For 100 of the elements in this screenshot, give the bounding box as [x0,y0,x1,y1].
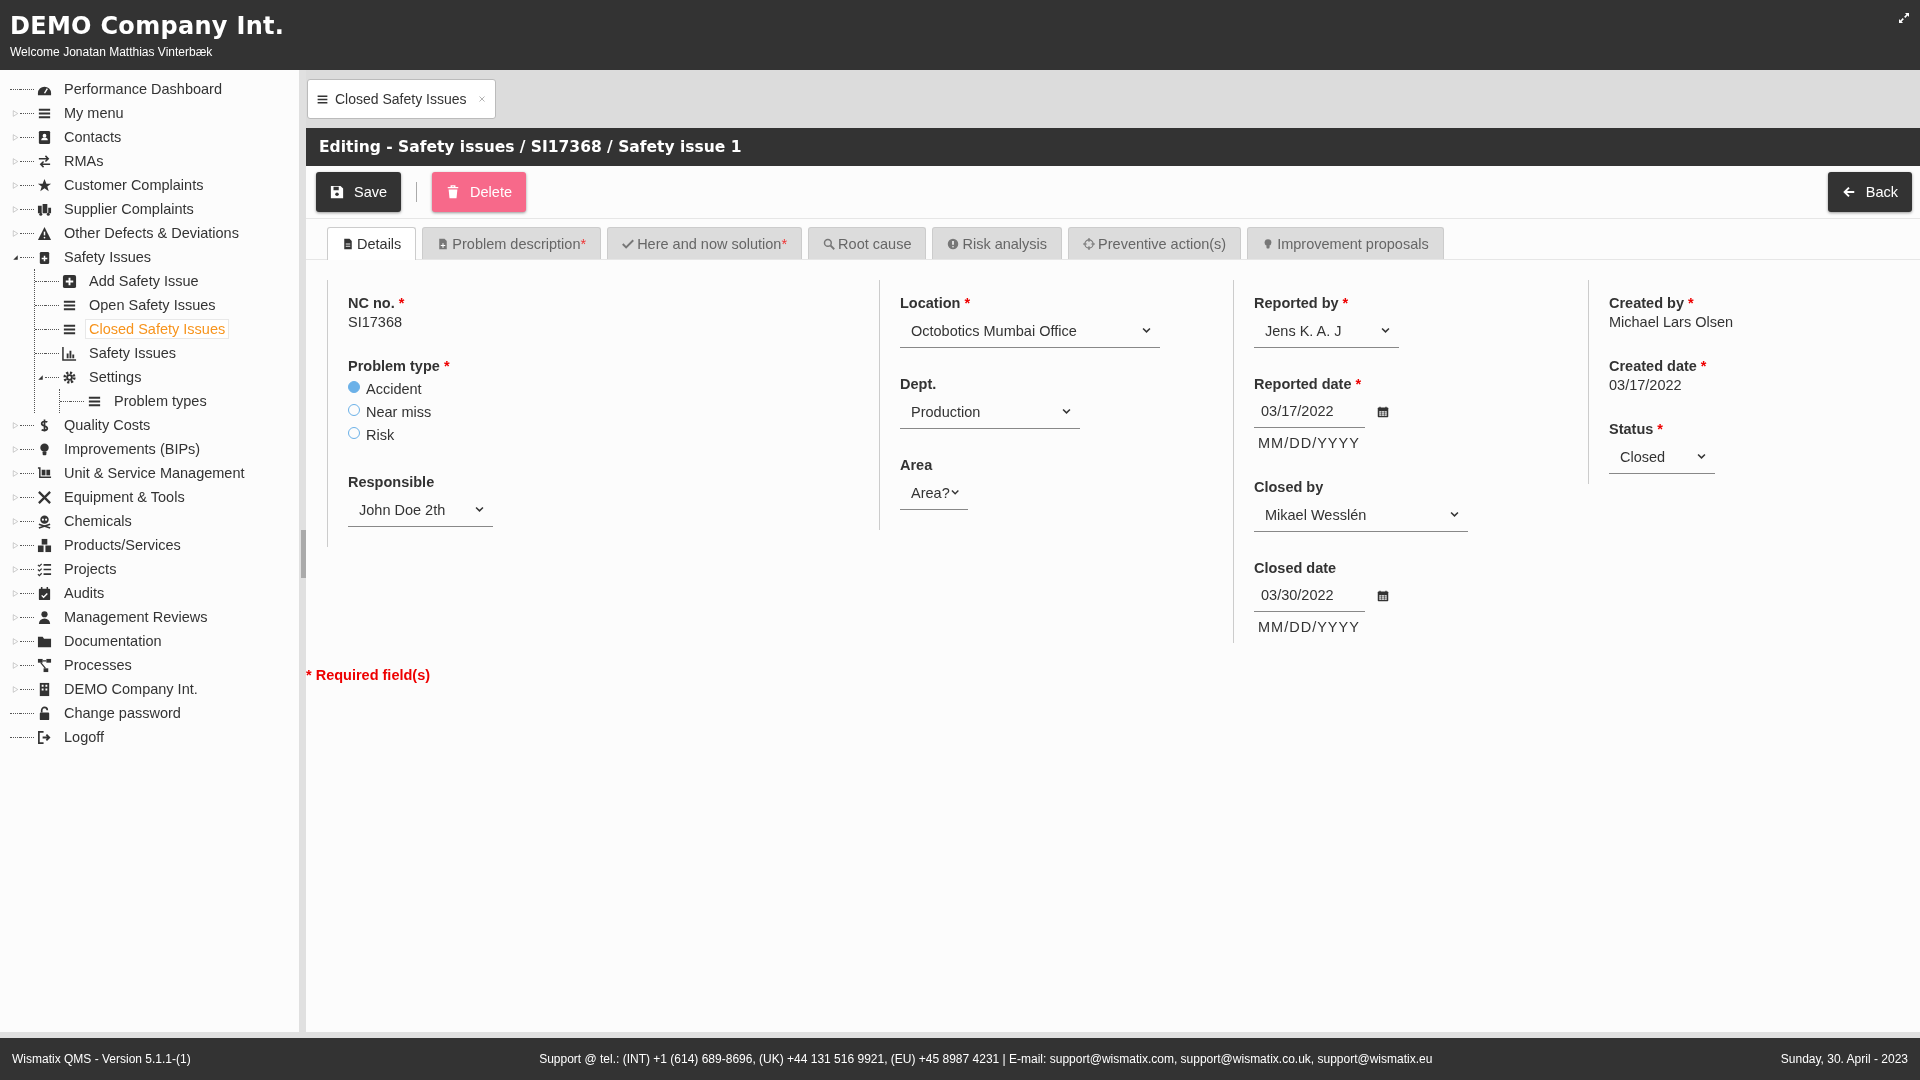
person-icon [37,609,52,625]
dropdown-field[interactable]: Production [900,395,1080,429]
document-plus-icon [437,237,450,250]
menu-item[interactable]: Documentation [60,631,166,651]
expand-triangle-icon[interactable] [10,684,20,694]
dropdown-field[interactable]: Area? [900,476,968,510]
padlock-icon [37,705,52,721]
list-icon [316,92,329,106]
menu-item[interactable]: Other Defects & Deviations [60,223,243,243]
support-text: Support @ tel.: (INT) +1 (614) 689-8696, (UK) +44 131 516 9921, (EU) +45 8987 4231 | E-mail: support@wismatix.com, support@wismatix.co.uk, support@wismatix.eu [539,1052,1433,1066]
form-tab[interactable]: Problem description* [422,227,602,259]
chevron-down-icon [1380,325,1391,336]
menu-item[interactable]: My menu [60,103,128,123]
expand-triangle-icon[interactable] [10,444,20,454]
truck-icon [37,201,52,217]
arrow-left-icon [1841,185,1856,199]
menu-item[interactable]: Change password [60,703,185,723]
field-label: Closed date [1254,560,1338,576]
form-tab[interactable]: Here and now solution* [607,227,803,259]
form-tab[interactable]: Preventive action(s) [1068,227,1242,259]
menu-item[interactable]: Problem types [110,391,211,411]
menu-item[interactable]: Safety Issues [85,343,181,363]
required-note: * Required field(s) [306,667,432,683]
expand-triangle-icon[interactable] [10,636,20,646]
boxes-icon [37,537,52,553]
expand-triangle-icon[interactable] [10,420,20,430]
expand-triangle-icon[interactable] [10,180,20,190]
expand-triangle-icon[interactable] [10,564,20,574]
expand-triangle-icon[interactable] [10,132,20,142]
expand-triangle-icon[interactable] [10,156,20,166]
expand-triangle-icon[interactable] [10,204,20,214]
menu-item[interactable]: Add Safety Issue [85,271,203,291]
field-value: 03/17/2022 [1609,377,1683,393]
field-label: Reported by * [1254,295,1350,311]
clipboard-icon [37,249,52,265]
scrollbar-thumb[interactable] [301,530,306,578]
warning-icon [37,225,52,241]
expand-triangle-icon[interactable] [10,492,20,502]
menu-item[interactable]: Open Safety Issues [85,295,220,315]
expand-triangle-icon[interactable] [10,228,20,238]
form-tab[interactable]: Improvement proposals [1247,227,1444,259]
page-tab[interactable]: Closed Safety Issues [307,79,496,119]
menu-item[interactable]: Management Reviews [60,607,212,627]
dropdown-field[interactable]: Jens K. A. J [1254,314,1399,348]
address-book-icon [37,129,52,145]
field-label: Dept. [900,376,938,392]
close-icon [476,94,487,104]
bar-chart-icon [62,345,77,361]
menu-item[interactable]: Settings [85,367,146,387]
date-format-hint: MM/DD/YYYY [1257,619,1361,635]
company-title: DEMO Company Int. [10,12,285,40]
form-tab[interactable]: Details [327,227,417,260]
menu-item[interactable]: Equipment & Tools [60,487,189,507]
dropdown-field[interactable]: Mikael Wesslén [1254,498,1468,532]
date-field[interactable]: 03/17/2022 [1254,395,1365,428]
form-tab[interactable]: Risk analysis [932,227,1063,259]
menu-item[interactable]: Logoff [60,727,109,747]
save-button[interactable]: Save [316,172,402,212]
expand-triangle-icon[interactable] [10,660,20,670]
menu-item[interactable]: Chemicals [60,511,136,531]
menu-item[interactable]: Contacts [60,127,126,147]
menu-item[interactable]: Performance Dashboard [60,79,226,99]
editor-title: Editing - Safety issues / SI17368 / Safety issue 1 [306,128,1920,166]
expand-triangle-icon[interactable] [10,516,20,526]
menu-item[interactable]: Unit & Service Management [60,463,249,483]
back-button[interactable]: Back [1827,172,1912,212]
radio-button[interactable] [348,380,360,393]
menu-item[interactable]: DEMO Company Int. [60,679,202,699]
form-tab[interactable]: Root cause [808,227,927,259]
gear-icon [62,369,77,385]
sign-out-icon [37,729,52,745]
expand-triangle-icon[interactable] [10,612,20,622]
tools-icon [37,489,52,505]
menu-item[interactable]: Safety Issues [60,247,156,267]
calendar-icon[interactable] [1377,589,1389,602]
menu-item[interactable]: Products/Services [60,535,185,555]
chevron-down-icon [474,504,485,515]
menu-item[interactable]: RMAs [60,151,108,171]
date-field[interactable]: 03/30/2022 [1254,579,1365,612]
calendar-icon[interactable] [1377,405,1389,418]
expand-triangle-icon[interactable] [10,588,20,598]
menu-item[interactable]: Customer Complaints [60,175,208,195]
expand-triangle-icon[interactable] [10,108,20,118]
menu-item[interactable]: Projects [60,559,121,579]
dropdown-field[interactable]: Closed [1609,440,1715,474]
expand-triangle-icon[interactable] [10,468,20,478]
dropdown-field[interactable]: John Doe 2th [348,493,493,527]
field-label: Location * [900,295,972,311]
menu-item[interactable]: Improvements (BIPs) [60,439,205,459]
field-label: Status * [1609,421,1664,437]
date-format-hint: MM/DD/YYYY [1257,435,1361,451]
dropdown-field[interactable]: Octobotics Mumbai Office [900,314,1160,348]
menu-item[interactable]: Supplier Complaints [60,199,198,219]
expand-triangle-icon[interactable] [10,540,20,550]
menu-item[interactable]: Audits [60,583,109,603]
welcome-text: Welcome Jonatan Matthias Vinterbæk [10,45,214,59]
menu-item[interactable]: Quality Costs [60,415,155,435]
menu-item[interactable]: Processes [60,655,136,675]
fullscreen-icon[interactable] [1898,12,1910,24]
chevron-down-icon [1141,325,1152,336]
